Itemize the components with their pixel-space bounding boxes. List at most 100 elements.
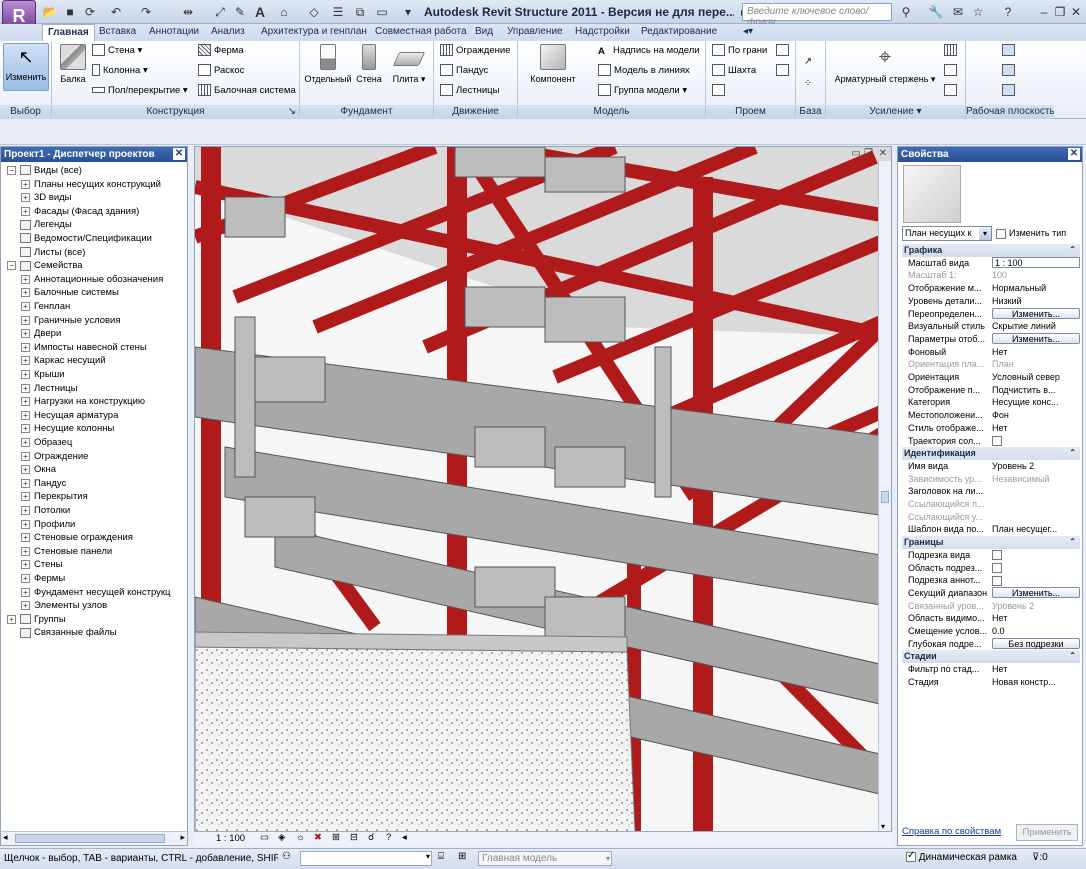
expand-icon[interactable]: + bbox=[21, 465, 30, 475]
browser-tree-item[interactable]: Связанные файлы bbox=[7, 626, 117, 640]
expand-icon[interactable]: + bbox=[21, 342, 30, 352]
browser-tree-item[interactable]: + Несущие колонны bbox=[21, 422, 114, 436]
expand-icon[interactable]: + bbox=[21, 492, 30, 502]
browser-tree-item[interactable]: Легенды bbox=[7, 218, 72, 232]
property-value[interactable] bbox=[992, 549, 1080, 562]
communication-icon[interactable]: ✉ bbox=[950, 4, 966, 20]
property-row[interactable]: Отображение п... Подчистить в... bbox=[902, 384, 1080, 397]
expand-icon[interactable]: + bbox=[21, 424, 30, 434]
aligned-dimension-icon[interactable]: ⤢ bbox=[212, 4, 228, 20]
ramp-button[interactable]: Пандус bbox=[440, 63, 488, 79]
browser-tree-item[interactable]: + Ограждение bbox=[21, 450, 88, 464]
property-value[interactable]: Скрытие линий bbox=[992, 320, 1080, 333]
expand-icon[interactable]: + bbox=[7, 614, 16, 624]
collapse-icon[interactable]: ⌃ bbox=[1069, 536, 1076, 549]
expand-icon[interactable]: + bbox=[21, 451, 30, 461]
property-edit-button[interactable]: Изменить... bbox=[992, 586, 1080, 598]
reveal-hidden-icon[interactable]: ? bbox=[386, 832, 391, 843]
scroll-down-arrow-icon[interactable]: ▾ bbox=[881, 822, 885, 831]
dormer-opening-button[interactable] bbox=[776, 63, 792, 79]
dialog-launcher-icon[interactable]: ↘ bbox=[288, 105, 296, 119]
rebar-button[interactable]: ⌖ Арматурный стержень ▾ bbox=[832, 44, 938, 85]
property-checkbox[interactable] bbox=[992, 563, 1002, 574]
worksets-dropdown[interactable]: ▾ bbox=[300, 851, 432, 866]
property-checkbox[interactable] bbox=[992, 436, 1002, 447]
view-minimize-icon[interactable]: ▭ bbox=[852, 148, 861, 159]
path-reinforcement-button[interactable] bbox=[944, 63, 960, 79]
property-value[interactable]: Нормальный bbox=[992, 282, 1080, 295]
wall-button[interactable]: Стена ▾ bbox=[92, 43, 142, 59]
browser-tree-item[interactable]: + Каркас несущий bbox=[21, 354, 106, 368]
property-row[interactable]: Область видимо... Нет bbox=[902, 612, 1080, 625]
restore-icon[interactable]: ❐ bbox=[1052, 4, 1068, 20]
browser-tree-item[interactable]: + Стеновые панели bbox=[21, 545, 112, 559]
browser-tree-item[interactable]: + Импосты навесной стены bbox=[21, 341, 147, 355]
level-button[interactable]: ↗ bbox=[804, 53, 820, 69]
binoculars-icon[interactable]: ⚲ bbox=[898, 4, 914, 20]
apply-button[interactable]: Применить bbox=[1016, 824, 1078, 841]
truss-button[interactable]: Ферма bbox=[198, 43, 244, 59]
isolated-foundation-button[interactable]: Отдельный bbox=[304, 44, 352, 84]
show-workplane-button[interactable] bbox=[1002, 63, 1018, 79]
browser-tree-item[interactable]: + Фермы bbox=[21, 572, 65, 586]
design-option-dropdown[interactable]: Главная модель ▾ bbox=[478, 851, 612, 866]
worksharing-icon[interactable]: ⚇ bbox=[282, 851, 291, 862]
undo-icon[interactable]: ↶ bbox=[108, 4, 124, 20]
browser-tree-item[interactable]: + Несущая арматура bbox=[21, 409, 118, 423]
property-row[interactable]: Связанный уров... Уровень 2 bbox=[902, 600, 1080, 613]
browser-tree-item[interactable]: + Элементы узлов bbox=[21, 599, 107, 613]
property-row[interactable]: Масштаб вида 1 : 100 bbox=[902, 256, 1080, 270]
property-row[interactable]: Зависимость ур... Независимый bbox=[902, 473, 1080, 486]
model-lines-button[interactable]: Модель в линиях bbox=[598, 63, 690, 79]
collapse-icon[interactable]: − bbox=[7, 165, 16, 175]
3d-view-icon[interactable]: ⌂ bbox=[276, 4, 292, 20]
detail-level-icon[interactable]: ▭ bbox=[260, 832, 269, 843]
property-value[interactable]: 0.0 bbox=[992, 625, 1080, 638]
expand-icon[interactable]: + bbox=[21, 329, 30, 339]
panel-structure-label[interactable]: Конструкция ↘ bbox=[52, 105, 299, 119]
wall-foundation-button[interactable]: Стена bbox=[354, 44, 384, 84]
browser-horizontal-scrollbar[interactable]: ◂ ▸ bbox=[1, 831, 187, 845]
tab-view[interactable]: Вид bbox=[470, 24, 498, 41]
property-value[interactable] bbox=[992, 574, 1080, 587]
panel-foundation-label[interactable]: Фундамент bbox=[300, 105, 433, 119]
property-edit-button[interactable]: Изменить... bbox=[992, 332, 1080, 344]
property-row[interactable]: Подрезка вида bbox=[902, 549, 1080, 562]
expand-icon[interactable]: + bbox=[21, 179, 30, 189]
browser-tree-item[interactable]: + Граничные условия bbox=[21, 314, 121, 328]
property-row[interactable]: Подрезка аннот... bbox=[902, 574, 1080, 587]
visual-style-icon[interactable]: ◈ bbox=[278, 832, 285, 843]
property-value[interactable]: Несущие конс... bbox=[992, 396, 1080, 409]
tab-modify[interactable]: Редактирование bbox=[636, 24, 722, 41]
beam-button[interactable]: Балка bbox=[56, 44, 90, 84]
browser-tree-item[interactable]: +3D виды bbox=[21, 191, 72, 205]
property-value[interactable]: Подчистить в... bbox=[992, 384, 1080, 397]
property-group-header[interactable]: Идентификация ⌃ bbox=[902, 447, 1080, 460]
browser-tree-item[interactable]: + Фундамент несущей конструкц bbox=[21, 586, 170, 600]
browser-tree-item[interactable]: + Профили bbox=[21, 518, 75, 532]
help-icon[interactable]: ? bbox=[1000, 4, 1016, 20]
chevron-down-icon[interactable]: ▾ bbox=[606, 852, 610, 865]
wall-opening-button[interactable] bbox=[776, 43, 792, 59]
property-row[interactable]: Заголовок на ли... bbox=[902, 485, 1080, 498]
property-group-header[interactable]: Стадии ⌃ bbox=[902, 650, 1080, 663]
thin-lines-icon[interactable]: ☰ bbox=[330, 4, 346, 20]
property-row[interactable]: Имя вида Уровень 2 bbox=[902, 460, 1080, 473]
expand-icon[interactable]: + bbox=[21, 193, 30, 203]
tab-analyze[interactable]: Анализ bbox=[206, 24, 250, 41]
close-icon[interactable]: ✕ bbox=[1068, 148, 1080, 160]
slab-foundation-button[interactable]: Плита ▾ bbox=[392, 44, 426, 85]
browser-tree-item[interactable]: + Фасады (Фасад здания) bbox=[21, 205, 139, 219]
expand-icon[interactable]: + bbox=[21, 369, 30, 379]
property-value[interactable]: Нет bbox=[992, 612, 1080, 625]
beam-system-button[interactable]: Балочная система bbox=[198, 83, 296, 99]
property-row[interactable]: Смещение услов... 0.0 bbox=[902, 625, 1080, 638]
panel-opening-label[interactable]: Проем bbox=[706, 105, 795, 119]
close-icon[interactable]: ✕ bbox=[173, 148, 185, 160]
filter-selection[interactable]: ⊽:0 bbox=[1032, 852, 1048, 863]
switch-windows-icon[interactable]: ▭ bbox=[374, 4, 390, 20]
tab-addins[interactable]: Надстройки bbox=[570, 24, 635, 41]
browser-tree-item[interactable]: + Аннотационные обозначения bbox=[21, 273, 163, 287]
property-value[interactable]: Изменить... bbox=[992, 332, 1080, 344]
grid-button[interactable]: ⁘ bbox=[804, 75, 820, 91]
